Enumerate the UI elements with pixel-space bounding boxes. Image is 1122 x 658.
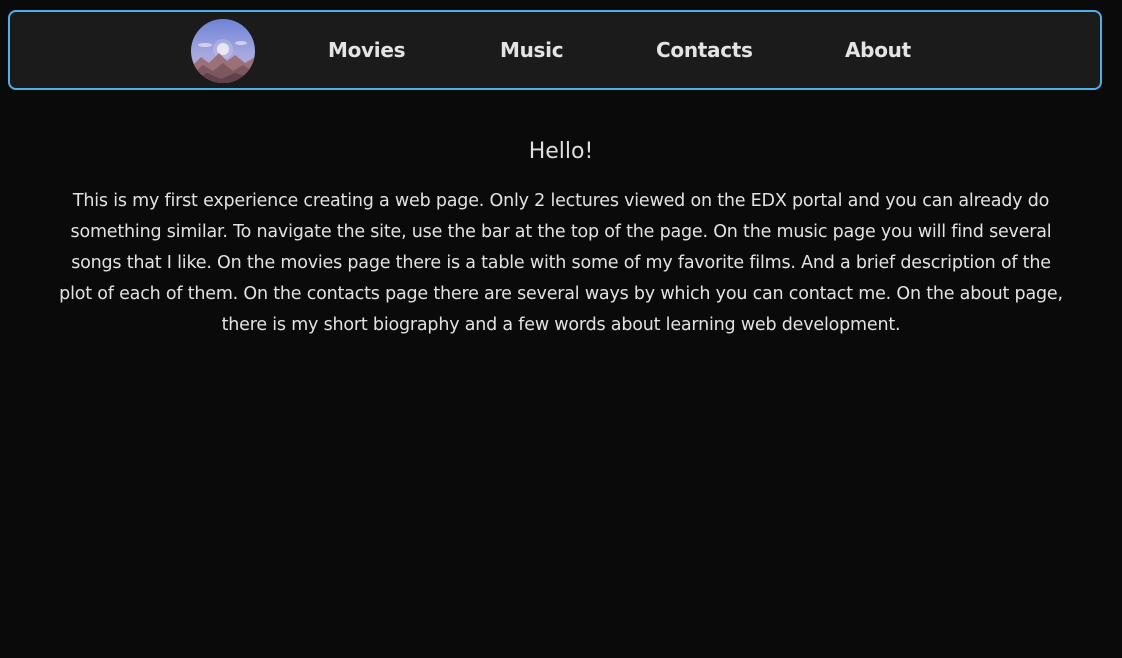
nav-link-movies[interactable]: Movies <box>328 36 406 64</box>
nav-link-contacts[interactable]: Contacts <box>656 36 753 64</box>
intro-paragraph: This is my first experience creating a w… <box>59 191 1063 335</box>
nav-link-about[interactable]: About <box>845 36 911 64</box>
landscape-icon <box>191 19 255 83</box>
logo-avatar[interactable] <box>191 19 255 83</box>
main-content: Hello! This is my first experience creat… <box>0 130 1122 341</box>
page-heading: Hello! <box>528 139 594 164</box>
nav-link-music[interactable]: Music <box>500 36 564 64</box>
top-navigation-bar: Movies Music Contacts About <box>8 10 1102 90</box>
